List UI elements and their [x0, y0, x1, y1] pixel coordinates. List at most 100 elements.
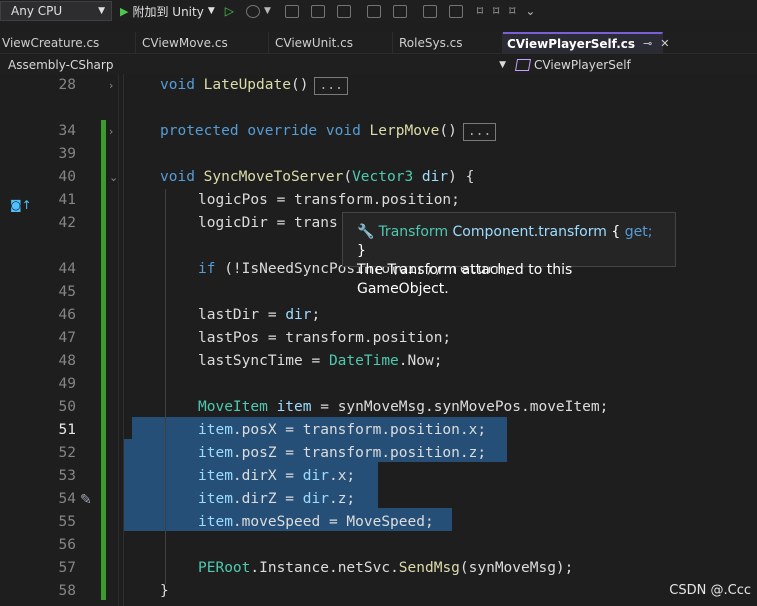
- line-number: 54: [58, 491, 76, 507]
- code-line: 46 lastDir = dir;: [0, 304, 757, 327]
- tooltip-accessor: get;: [624, 224, 653, 240]
- code-text: .Instance.netSvc.: [250, 560, 399, 576]
- line-number: 39: [58, 146, 76, 162]
- spellcheck-icon[interactable]: [336, 4, 351, 18]
- layout-icon[interactable]: [310, 4, 325, 18]
- type-name: PERoot: [198, 560, 251, 576]
- code-line: 41 logicPos = transform.position;: [0, 189, 757, 212]
- code-line: 54 item.dirZ = dir.z;: [0, 488, 757, 511]
- format-icon[interactable]: [392, 4, 407, 18]
- bookmark-prev-icon[interactable]: ⌑: [493, 4, 499, 18]
- code-line: 28 › void LateUpdate()...: [0, 74, 757, 97]
- parameter-name: dir: [302, 468, 329, 484]
- line-number: 52: [58, 445, 76, 461]
- refresh-icon[interactable]: [245, 4, 260, 18]
- collapse-icon[interactable]: ⌄: [109, 166, 118, 189]
- keyword: protected: [160, 123, 239, 139]
- line-number: 44: [58, 261, 76, 277]
- code-text: .z;: [328, 491, 356, 507]
- code-text: ;: [311, 307, 321, 323]
- close-icon[interactable]: ✕: [660, 37, 669, 50]
- line-number: 55: [58, 514, 76, 530]
- method-name: LerpMove: [369, 123, 440, 139]
- code-text: = synMoveMsg.synMovePos.moveItem;: [311, 399, 609, 415]
- tab-cviewmove[interactable]: CViewMove.cs: [136, 32, 269, 53]
- type-name: MoveItem: [198, 399, 268, 415]
- line-number: 45: [58, 284, 76, 300]
- code-text: (: [343, 169, 353, 185]
- document-tab-strip: ViewCreature.cs CViewMove.cs CViewUnit.c…: [0, 32, 757, 54]
- variable-name: item: [198, 468, 233, 484]
- variable-name: item: [198, 514, 233, 530]
- tooltip-accessor-close: }: [357, 243, 366, 259]
- code-text: .Now;: [398, 353, 443, 369]
- tab-cviewunit[interactable]: CViewUnit.cs: [269, 32, 393, 53]
- tab-label: ViewCreature.cs: [2, 35, 100, 50]
- tooltip-accessor-open: {: [611, 224, 625, 240]
- bookmark-icon[interactable]: ⌑: [477, 4, 483, 18]
- code-text: (): [439, 123, 457, 139]
- project-dropdown[interactable]: Assembly-CSharp ▼: [0, 58, 510, 72]
- line-number: 34: [58, 123, 76, 139]
- attach-unity-button[interactable]: ▶ 附加到 Unity ▼: [120, 3, 215, 20]
- variable-name: item: [198, 422, 233, 438]
- variable-name: item: [198, 491, 233, 507]
- step-play-icon[interactable]: ▷: [225, 4, 234, 18]
- code-text: lastDir =: [198, 307, 286, 323]
- collapsed-region[interactable]: ...: [314, 77, 348, 95]
- variable-name: item: [198, 445, 233, 461]
- indent-icon[interactable]: [422, 4, 437, 18]
- outdent-icon[interactable]: [448, 4, 463, 18]
- code-text: }: [160, 583, 169, 599]
- keyword: void: [160, 169, 195, 185]
- type-name: Vector3: [352, 169, 414, 185]
- line-number: 48: [58, 353, 76, 369]
- line-number: 53: [58, 468, 76, 484]
- platform-value: Any CPU: [11, 4, 63, 18]
- collapsed-region[interactable]: ...: [462, 123, 497, 141]
- comment-icon[interactable]: [366, 4, 381, 18]
- dropdown-arrow-icon[interactable]: ▼: [264, 6, 271, 16]
- expand-icon[interactable]: ›: [109, 74, 113, 97]
- code-text: .moveSpeed = MoveSpeed;: [232, 514, 434, 530]
- parameter-name: dir: [285, 307, 312, 323]
- attach-unity-label: 附加到 Unity: [132, 4, 204, 19]
- code-text: (synMoveMsg);: [459, 560, 574, 576]
- tooltip-description: The Transform attached to this GameObjec…: [357, 262, 573, 297]
- tooltip-type[interactable]: Transform: [378, 224, 448, 240]
- more-icon[interactable]: ⌄: [525, 4, 535, 18]
- code-text: lastPos = transform.position;: [198, 330, 452, 346]
- tab-label: RoleSys.cs: [399, 35, 463, 50]
- bookmark-next-icon[interactable]: ⌑: [509, 4, 515, 18]
- quick-info-tooltip: 🔧 Transform Component.transform { get; } …: [342, 212, 676, 297]
- code-line: 58 }: [0, 580, 757, 603]
- code-text: logicPos = transform.position;: [198, 192, 460, 208]
- tab-viewcreature[interactable]: ViewCreature.cs: [0, 32, 136, 53]
- find-icon[interactable]: [284, 4, 299, 18]
- code-text: .x;: [328, 468, 356, 484]
- platform-select[interactable]: Any CPU ▼: [0, 1, 112, 21]
- method-name: SyncMoveToServer: [203, 169, 344, 185]
- line-number: 49: [58, 376, 76, 392]
- line-number: 46: [58, 307, 76, 323]
- tab-rolesys[interactable]: RoleSys.cs: [393, 32, 503, 53]
- tooltip-signature: 🔧 Transform Component.transform { get; }: [357, 223, 661, 261]
- line-number: 40: [58, 169, 76, 185]
- expand-icon[interactable]: ›: [109, 120, 113, 143]
- tab-cviewplayerself[interactable]: CViewPlayerSelf.cs ⊸ ✕: [503, 32, 669, 53]
- code-line: 57 PERoot.Instance.netSvc.SendMsg(synMov…: [0, 557, 757, 580]
- watermark: CSDN @.Ccc: [669, 583, 751, 598]
- code-line: 51 item.posX = transform.position.x;: [0, 419, 757, 442]
- pin-icon[interactable]: ⊸: [643, 37, 652, 50]
- tooltip-member: Component.transform: [448, 224, 612, 240]
- method-name: LateUpdate: [203, 77, 291, 93]
- line-number: 42: [58, 215, 76, 231]
- line-number: 28: [58, 77, 76, 93]
- code-editor[interactable]: ◙↑ ✎ 28 › void LateUpdate()... 34 › prot…: [0, 74, 757, 606]
- code-text: .dirZ =: [232, 491, 303, 507]
- code-line: 50 MoveItem item = synMoveMsg.synMovePos…: [0, 396, 757, 419]
- code-line: 34 › protected override void LerpMove().…: [0, 120, 757, 143]
- dropdown-arrow-icon: ▼: [499, 59, 506, 70]
- class-dropdown[interactable]: CViewPlayerSelf: [514, 58, 631, 72]
- tab-label: CViewUnit.cs: [275, 35, 353, 50]
